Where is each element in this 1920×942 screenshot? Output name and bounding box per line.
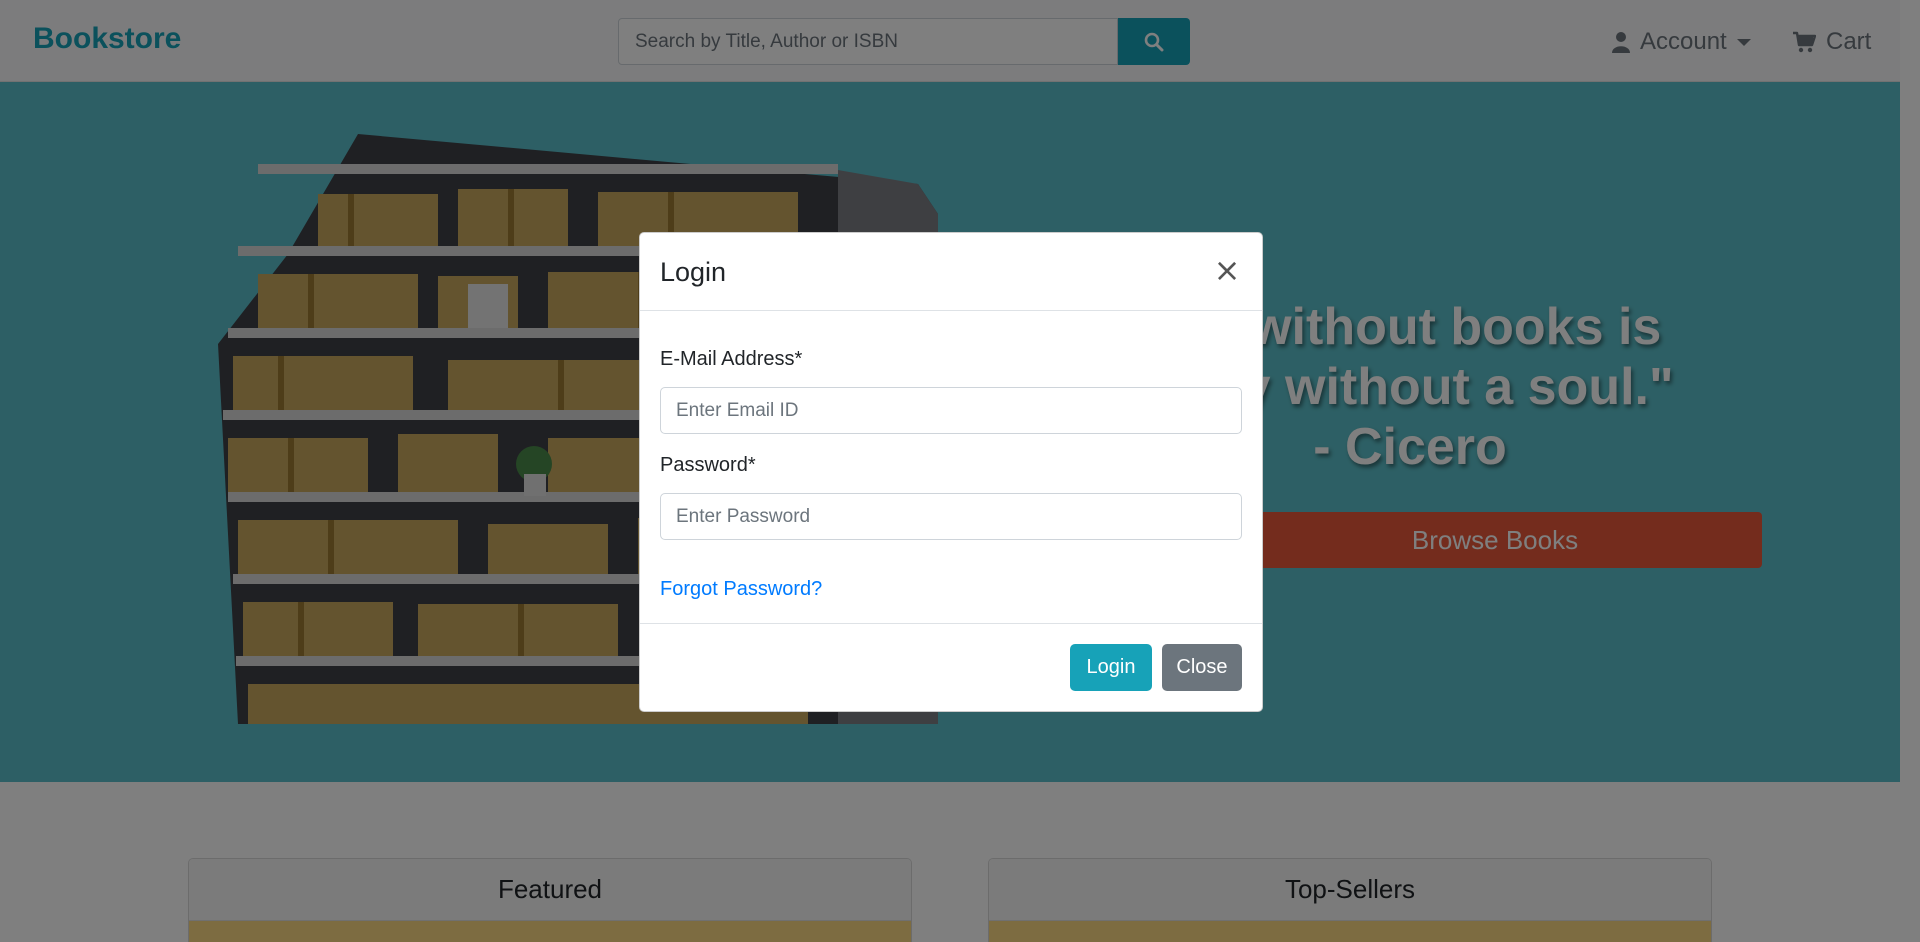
close-icon[interactable]: × <box>1212 253 1242 287</box>
modal-title: Login <box>660 257 727 287</box>
password-field[interactable] <box>660 493 1242 540</box>
email-field[interactable] <box>660 387 1242 434</box>
forgot-password-link[interactable]: Forgot Password? <box>660 578 822 601</box>
modal-footer: Login Close <box>640 623 1262 712</box>
modal-body: E-Mail Address* Password* Forgot Passwor… <box>640 312 1262 612</box>
password-label: Password* <box>660 454 756 476</box>
email-label: E-Mail Address* <box>660 348 803 370</box>
login-modal: Login × E-Mail Address* Password* Forgot… <box>639 232 1263 712</box>
login-button[interactable]: Login <box>1070 644 1152 691</box>
modal-header: Login × <box>640 233 1262 311</box>
close-button[interactable]: Close <box>1162 644 1242 691</box>
